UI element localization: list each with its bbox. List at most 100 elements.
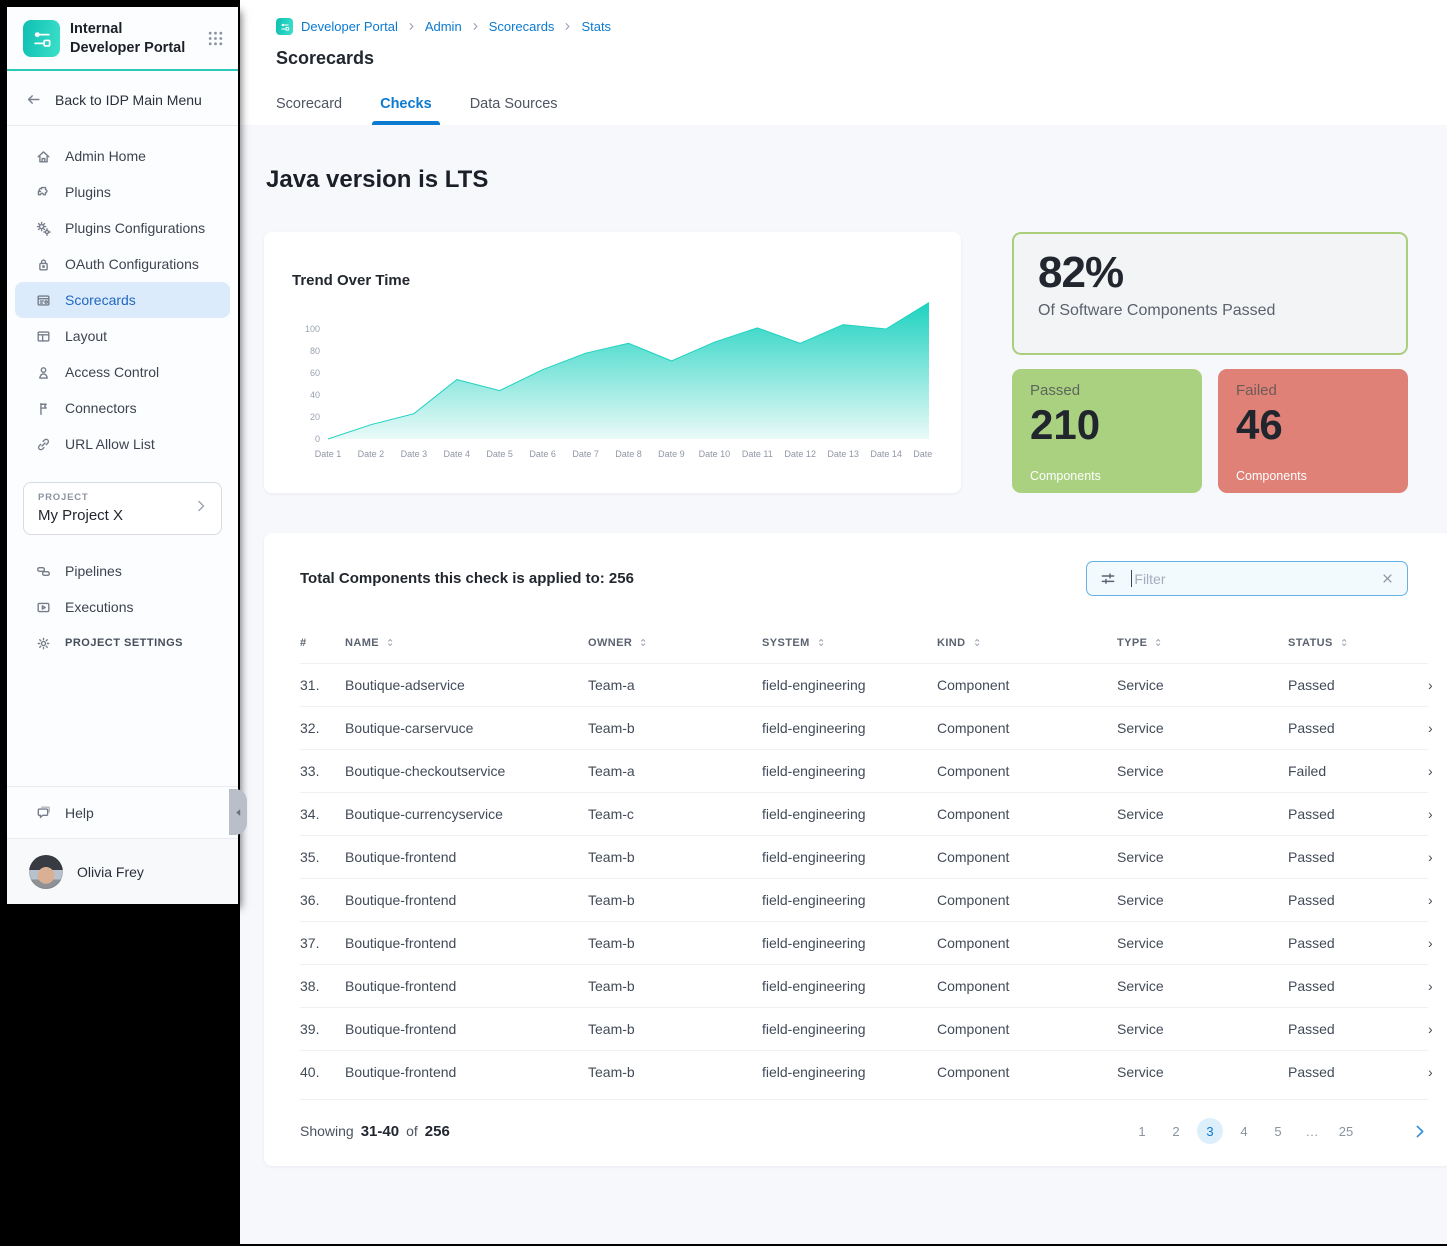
tab-data-sources[interactable]: Data Sources bbox=[470, 96, 558, 125]
sort-control-status[interactable]: STATUS bbox=[1288, 636, 1428, 649]
table-row[interactable]: 40.Boutique-frontendTeam-bfield-engineer… bbox=[300, 1051, 1428, 1094]
sidebar-item-pipelines[interactable]: Pipelines bbox=[15, 553, 230, 589]
page-button-2[interactable]: 2 bbox=[1163, 1118, 1189, 1144]
filter-sliders-icon[interactable] bbox=[1099, 570, 1117, 588]
page-button-1[interactable]: 1 bbox=[1129, 1118, 1155, 1144]
breadcrumb-separator-icon bbox=[470, 21, 481, 32]
page-button-3[interactable]: 3 bbox=[1197, 1118, 1223, 1144]
pipeline-icon bbox=[35, 563, 52, 580]
svg-text:60: 60 bbox=[310, 368, 320, 378]
sidebar-item-project-settings[interactable]: PROJECT SETTINGS bbox=[15, 625, 230, 661]
app-root: Internal Developer Portal Back to IDP Ma… bbox=[0, 0, 1447, 1244]
cell-owner: Team-b bbox=[588, 1051, 762, 1094]
project-selector[interactable]: PROJECT My Project X bbox=[23, 482, 222, 535]
back-to-idp-main-menu[interactable]: Back to IDP Main Menu bbox=[7, 71, 238, 126]
svg-text:Date 12: Date 12 bbox=[784, 449, 816, 459]
next-page-icon[interactable] bbox=[1411, 1123, 1428, 1140]
chevron-right-icon bbox=[193, 498, 209, 519]
tab-scorecard[interactable]: Scorecard bbox=[276, 96, 342, 125]
main-header: Developer Portal Admin Scorecards Stats Sco… bbox=[240, 0, 1447, 125]
sidebar-item-executions[interactable]: Executions bbox=[15, 589, 230, 625]
sidebar-column: Internal Developer Portal Back to IDP Ma… bbox=[0, 0, 240, 1244]
table-row[interactable]: 39.Boutique-frontendTeam-bfield-engineer… bbox=[300, 1008, 1428, 1051]
project-meta: PROJECT My Project X bbox=[38, 492, 193, 524]
table-row[interactable]: 34.Boutique-currencyserviceTeam-cfield-e… bbox=[300, 793, 1428, 836]
table-row[interactable]: 38.Boutique-frontendTeam-bfield-engineer… bbox=[300, 965, 1428, 1008]
avatar bbox=[29, 855, 63, 889]
table-row[interactable]: 31.Boutique-adserviceTeam-afield-enginee… bbox=[300, 664, 1428, 707]
sidebar-item-plugins-configurations[interactable]: Plugins Configurations bbox=[15, 210, 230, 246]
breadcrumb-link-developer-portal[interactable]: Developer Portal bbox=[301, 19, 398, 34]
showing-label: Showing bbox=[300, 1123, 354, 1139]
sort-control-system[interactable]: SYSTEM bbox=[762, 636, 937, 649]
page-title: Scorecards bbox=[276, 48, 1447, 69]
cell-kind: Component bbox=[937, 750, 1117, 793]
sort-control-type[interactable]: TYPE bbox=[1117, 636, 1288, 649]
cell-kind: Component bbox=[937, 1008, 1117, 1051]
sidebar-item-plugins[interactable]: Plugins bbox=[15, 174, 230, 210]
stats-cards-column: 82% Of Software Components Passed Passed… bbox=[1012, 232, 1408, 493]
svg-text:40: 40 bbox=[310, 390, 320, 400]
sidebar-item-label: PROJECT SETTINGS bbox=[65, 637, 183, 649]
breadcrumb-link-scorecards[interactable]: Scorecards bbox=[489, 19, 555, 34]
breadcrumb-link-admin[interactable]: Admin bbox=[425, 19, 462, 34]
sidebar-item-connectors[interactable]: Connectors bbox=[15, 390, 230, 426]
sidebar-item-admin-home[interactable]: Admin Home bbox=[15, 138, 230, 174]
page-button-5[interactable]: 5 bbox=[1265, 1118, 1291, 1144]
tab-checks[interactable]: Checks bbox=[380, 96, 432, 125]
col-header-name: NAME bbox=[345, 626, 588, 664]
col-header-owner: OWNER bbox=[588, 626, 762, 664]
sort-control-kind[interactable]: KIND bbox=[937, 636, 1117, 649]
table-row[interactable]: 36.Boutique-frontendTeam-bfield-engineer… bbox=[300, 879, 1428, 922]
apps-grid-icon[interactable] bbox=[207, 30, 224, 47]
table-row[interactable]: 33.Boutique-checkoutserviceTeam-afield-e… bbox=[300, 750, 1428, 793]
sidebar-item-oauth-configurations[interactable]: OAuth Configurations bbox=[15, 246, 230, 282]
table-row[interactable]: 35.Boutique-frontendTeam-bfield-engineer… bbox=[300, 836, 1428, 879]
sidebar-item-scorecards[interactable]: Scorecards bbox=[15, 282, 230, 318]
sort-control-name[interactable]: NAME bbox=[345, 636, 588, 649]
showing-range: 31-40 bbox=[361, 1123, 399, 1140]
cell-name: Boutique-frontend bbox=[345, 1051, 588, 1094]
table-row[interactable]: 32.Boutique-carservuceTeam-bfield-engine… bbox=[300, 707, 1428, 750]
sidebar-item-url-allow-list[interactable]: URL Allow List bbox=[15, 426, 230, 462]
components-table-card: Total Components this check is applied t… bbox=[264, 533, 1447, 1166]
sidebar-item-label: Layout bbox=[65, 328, 107, 344]
cell-owner: Team-b bbox=[588, 922, 762, 965]
svg-text:Date 13: Date 13 bbox=[827, 449, 859, 459]
idp-logo-icon bbox=[23, 20, 60, 57]
table-row[interactable]: 37.Boutique-frontendTeam-bfield-engineer… bbox=[300, 922, 1428, 965]
col-header-system: SYSTEM bbox=[762, 626, 937, 664]
cell-owner: Team-a bbox=[588, 750, 762, 793]
content: Java version is LTS Trend Over Time 0204… bbox=[240, 125, 1447, 1246]
svg-text:Date 11: Date 11 bbox=[742, 449, 773, 459]
filter-input[interactable] bbox=[1132, 571, 1380, 587]
sidebar-collapse-handle[interactable] bbox=[229, 789, 247, 835]
help-button[interactable]: Help bbox=[15, 804, 94, 821]
sort-icon bbox=[1339, 636, 1350, 649]
col-header-status: STATUS bbox=[1288, 626, 1428, 664]
breadcrumb-logo-icon bbox=[276, 18, 293, 35]
cell-name: Boutique-frontend bbox=[345, 836, 588, 879]
page-button-25[interactable]: 25 bbox=[1333, 1118, 1359, 1144]
sort-control-owner[interactable]: OWNER bbox=[588, 636, 762, 649]
page-button-4[interactable]: 4 bbox=[1231, 1118, 1257, 1144]
cell-name: Boutique-frontend bbox=[345, 965, 588, 1008]
sidebar-item-access-control[interactable]: Access Control bbox=[15, 354, 230, 390]
svg-text:20: 20 bbox=[310, 412, 320, 422]
sort-icon bbox=[638, 636, 649, 649]
cell-owner: Team-b bbox=[588, 965, 762, 1008]
cell-type: Service bbox=[1117, 664, 1288, 707]
clear-filter-icon[interactable] bbox=[1380, 571, 1395, 586]
passed-failed-row: Passed 210 Components Failed 46 Componen… bbox=[1012, 369, 1408, 493]
cell-system: field-engineering bbox=[762, 836, 937, 879]
breadcrumb-link-stats[interactable]: Stats bbox=[581, 19, 611, 34]
svg-text:Date 1: Date 1 bbox=[315, 449, 342, 459]
user-profile[interactable]: Olivia Frey bbox=[7, 838, 238, 904]
sidebar-item-layout[interactable]: Layout bbox=[15, 318, 230, 354]
svg-text:Date 15: Date 15 bbox=[913, 449, 935, 459]
table-header: #NAMEOWNERSYSTEMKINDTYPESTATUS bbox=[300, 626, 1428, 664]
sidebar-item-label: URL Allow List bbox=[65, 436, 155, 452]
cell-kind: Component bbox=[937, 664, 1117, 707]
failed-card: Failed 46 Components bbox=[1218, 369, 1408, 493]
cell-name: Boutique-frontend bbox=[345, 1008, 588, 1051]
